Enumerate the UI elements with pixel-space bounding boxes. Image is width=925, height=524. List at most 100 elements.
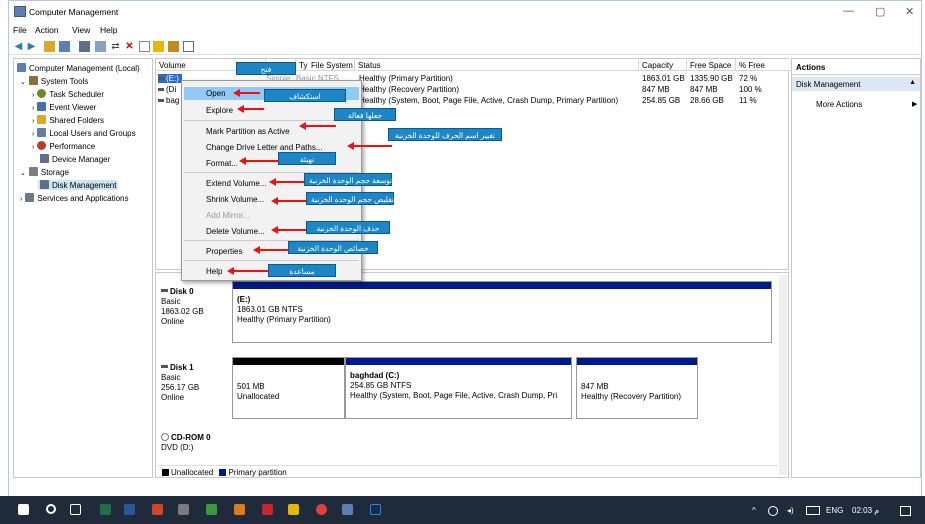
volume-icon[interactable]: ◂) (787, 506, 794, 515)
menu-item-mark-active[interactable]: Mark Partition as Active (206, 127, 290, 136)
windows-start-icon[interactable] (18, 504, 29, 515)
menu-separator (184, 120, 359, 121)
keyboard-icon[interactable] (806, 506, 820, 515)
callout-mark-active: جعلها فعالة (334, 108, 396, 121)
chevron-right-icon[interactable]: › (32, 105, 34, 112)
collapse-icon[interactable]: ▲ (909, 79, 916, 86)
partition-e[interactable]: (E:) 1863.01 GB NTFS Healthy (Primary Pa… (232, 281, 772, 343)
chevron-right-icon[interactable]: ▶ (912, 100, 917, 108)
check-icon[interactable] (139, 41, 150, 52)
search-icon[interactable] (46, 504, 56, 514)
show-hide-tree-icon[interactable] (59, 41, 70, 52)
callout-explore: استكشاف (264, 89, 346, 102)
column-header-free-space[interactable]: Free Space (687, 59, 736, 71)
menu-help[interactable]: Help (100, 25, 117, 35)
tree-item-device-manager[interactable]: Device Manager (40, 154, 110, 164)
file-explorer-icon[interactable] (288, 504, 299, 515)
language-indicator[interactable]: ENG (826, 506, 843, 515)
chevron-right-icon[interactable]: › (32, 144, 34, 151)
chevron-right-icon[interactable]: › (20, 196, 22, 203)
chevron-down-icon[interactable]: ⌄ (20, 170, 26, 177)
menu-item-properties[interactable]: Properties (206, 247, 242, 256)
tree-item-local-users[interactable]: › Local Users and Groups (32, 128, 136, 138)
menu-item-delete-volume[interactable]: Delete Volume... (206, 227, 265, 236)
tree-item-storage[interactable]: ⌄ Storage (20, 167, 69, 177)
cdrom-0-label[interactable]: CD-ROM 0 DVD (D:) (161, 433, 229, 453)
rescan-icon[interactable] (168, 41, 179, 52)
app-icon[interactable] (178, 504, 189, 515)
tree-item-system-tools[interactable]: ⌄ System Tools (20, 76, 88, 86)
column-header-capacity[interactable]: Capacity (639, 59, 687, 71)
task-view-icon[interactable] (70, 504, 81, 515)
menu-file[interactable]: File (13, 25, 27, 35)
computer-management-taskbar-icon[interactable] (342, 504, 353, 515)
chevron-down-icon[interactable]: ⌄ (20, 79, 26, 86)
tree-item-shared-folders[interactable]: › Shared Folders (32, 115, 104, 125)
delete-icon[interactable]: ✕ (124, 41, 135, 52)
menu-item-format[interactable]: Format... (206, 159, 238, 168)
free-space-cell: 847 MB (690, 85, 718, 94)
disk-1-row: Disk 1 Basic 256.17 GB Online 501 MB Una… (158, 353, 776, 419)
maximize-button[interactable]: ▢ (875, 5, 885, 18)
column-header-percent-free[interactable]: % Free (736, 59, 790, 71)
view-icon[interactable] (183, 41, 194, 52)
actions-section-disk-management[interactable]: Disk Management ▲ (792, 77, 920, 91)
menu-item-open[interactable]: Open (206, 89, 226, 98)
menu-item-shrink-volume[interactable]: Shrink Volume... (206, 195, 264, 204)
arrow-format (244, 160, 278, 162)
clock-icon (37, 89, 47, 98)
partition-c[interactable]: baghdad (C:) 254.85 GB NTFS Healthy (Sys… (345, 357, 572, 419)
chevron-right-icon[interactable]: › (32, 118, 34, 125)
device-icon (40, 154, 49, 163)
column-header-file-system[interactable]: File System (308, 59, 355, 71)
tree-item-performance[interactable]: › Performance (32, 141, 95, 151)
unallocated-space[interactable]: 501 MB Unallocated (232, 357, 345, 419)
menu-view[interactable]: View (72, 25, 90, 35)
more-actions-link[interactable]: More Actions (816, 100, 862, 109)
chevron-right-icon[interactable]: › (32, 92, 34, 99)
app-icon[interactable] (206, 504, 217, 515)
network-icon[interactable] (768, 506, 778, 516)
notifications-icon[interactable] (900, 506, 911, 516)
column-header-status[interactable]: Status (355, 59, 639, 71)
help-icon[interactable] (95, 41, 106, 52)
chrome-icon[interactable] (316, 504, 327, 515)
menu-item-help[interactable]: Help (206, 267, 222, 276)
app-icon[interactable] (262, 504, 273, 515)
clock[interactable]: 02:03 م (852, 506, 879, 515)
connect-icon[interactable]: ⇄ (110, 41, 121, 52)
disk-1-label[interactable]: Disk 1 Basic 256.17 GB Online (161, 363, 229, 403)
back-arrow-icon[interactable]: ◀ (13, 41, 24, 52)
partition-recovery[interactable]: 847 MB Healthy (Recovery Partition) (576, 357, 698, 419)
tree-item-task-scheduler[interactable]: › Task Scheduler (32, 89, 104, 99)
minimize-button[interactable]: — (843, 5, 854, 17)
menu-item-change-letter[interactable]: Change Drive Letter and Paths... (206, 143, 323, 152)
tree-item-computer-management[interactable]: Computer Management (Local) (17, 63, 140, 73)
menu-action[interactable]: Action (35, 25, 59, 35)
tray-chevron-icon[interactable]: ^ (752, 506, 756, 515)
services-icon (25, 193, 35, 202)
app-icon[interactable] (234, 504, 245, 515)
excel-icon[interactable] (100, 504, 111, 515)
tree-item-services-applications[interactable]: › Services and Applications (20, 193, 129, 203)
chevron-right-icon[interactable]: › (32, 131, 34, 138)
forward-arrow-icon[interactable]: ▶ (26, 41, 37, 52)
word-icon[interactable] (124, 504, 135, 515)
menu-item-extend-volume[interactable]: Extend Volume... (206, 179, 266, 188)
arrow-head (239, 157, 246, 165)
open-icon[interactable] (153, 41, 164, 52)
app-icon[interactable] (370, 504, 381, 515)
menu-item-explore[interactable]: Explore (206, 106, 233, 115)
tree-item-disk-management[interactable]: Disk Management (38, 180, 119, 190)
disk-0-label[interactable]: Disk 0 Basic 1863.02 GB Online (161, 287, 229, 327)
tree-item-event-viewer[interactable]: › Event Viewer (32, 102, 96, 112)
powerpoint-icon[interactable] (152, 504, 163, 515)
arrow-help (232, 270, 268, 272)
properties-icon[interactable] (79, 41, 90, 52)
callout-delete-volume: حذف الوحدة الخزنية (306, 221, 390, 234)
disk-icon (161, 365, 168, 368)
close-button[interactable]: ✕ (905, 5, 914, 18)
up-folder-icon[interactable] (44, 41, 55, 52)
vertical-scrollbar[interactable] (779, 275, 787, 475)
callout-extend-volume: توسعة حجم الوحدة الخزنية (304, 173, 392, 186)
